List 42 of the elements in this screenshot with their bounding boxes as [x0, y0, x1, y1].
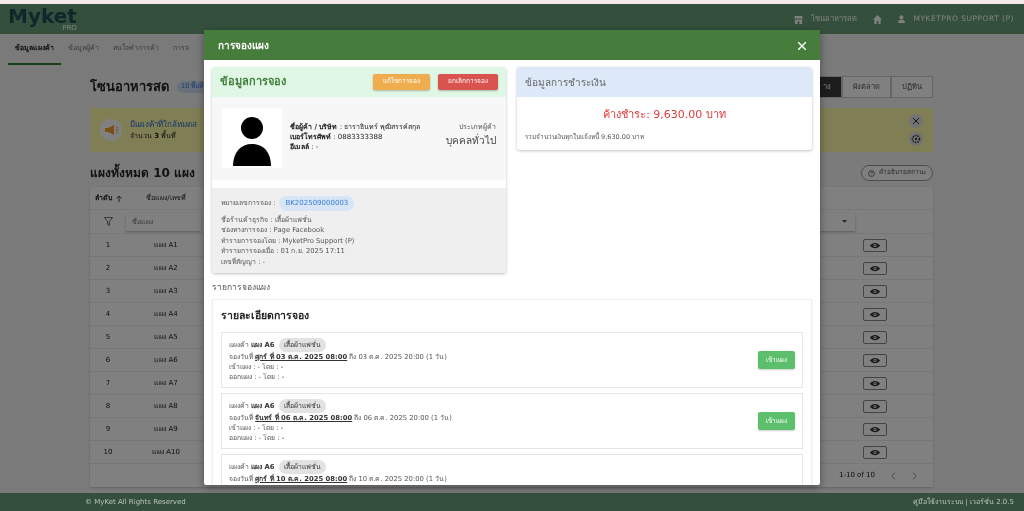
view-button[interactable] [863, 238, 887, 252]
card-title: ข้อมูลการชำระเงิน [525, 75, 606, 90]
zone-title: โซนอาหารสด [90, 78, 169, 97]
close-button[interactable] [909, 114, 923, 128]
eye-icon [870, 379, 880, 387]
close-icon [798, 42, 806, 50]
eye-icon [870, 310, 880, 318]
stalls-title: แผงทั้งหมด 10 แผง [90, 164, 196, 182]
view-button[interactable] [863, 307, 887, 321]
view-button[interactable] [863, 445, 887, 459]
view-button[interactable] [863, 376, 887, 390]
eye-icon [870, 448, 880, 456]
view-button[interactable] [863, 399, 887, 413]
alert-title: มีแผงค้าที่ใกล้หมดส [130, 118, 197, 130]
sort-arrow-icon[interactable] [115, 194, 122, 202]
dialog-title: การจองแผง [218, 38, 269, 53]
view-button[interactable] [863, 261, 887, 275]
eye-icon [870, 425, 880, 433]
filter-icon[interactable] [103, 216, 113, 226]
view-button[interactable] [863, 330, 887, 344]
help-icon [868, 169, 875, 177]
logo: Myket [8, 7, 77, 25]
eye-icon [870, 287, 880, 295]
store-icon [794, 14, 804, 24]
customer-type: บุคคลทั่วไป [446, 132, 496, 148]
view-button[interactable] [863, 284, 887, 298]
eye-icon [870, 356, 880, 364]
card-title: ข้อมูลการจอง [220, 73, 286, 91]
section-title: รายการจองแผง [212, 281, 271, 294]
close-icon [913, 118, 919, 124]
eye-icon [870, 333, 880, 341]
card-title: รายละเอียดการจอง [221, 307, 310, 323]
caret-icon [842, 220, 847, 223]
view-button[interactable] [863, 353, 887, 367]
eye-icon [870, 241, 880, 249]
outstanding-amount: ค้างชำระ: 9,630.00 บาท [602, 107, 727, 123]
megaphone-icon [100, 119, 122, 141]
user-icon [898, 15, 906, 23]
view-button[interactable] [863, 422, 887, 436]
settings-icon[interactable] [909, 132, 923, 146]
eye-icon [870, 402, 880, 410]
eye-icon [870, 264, 880, 272]
